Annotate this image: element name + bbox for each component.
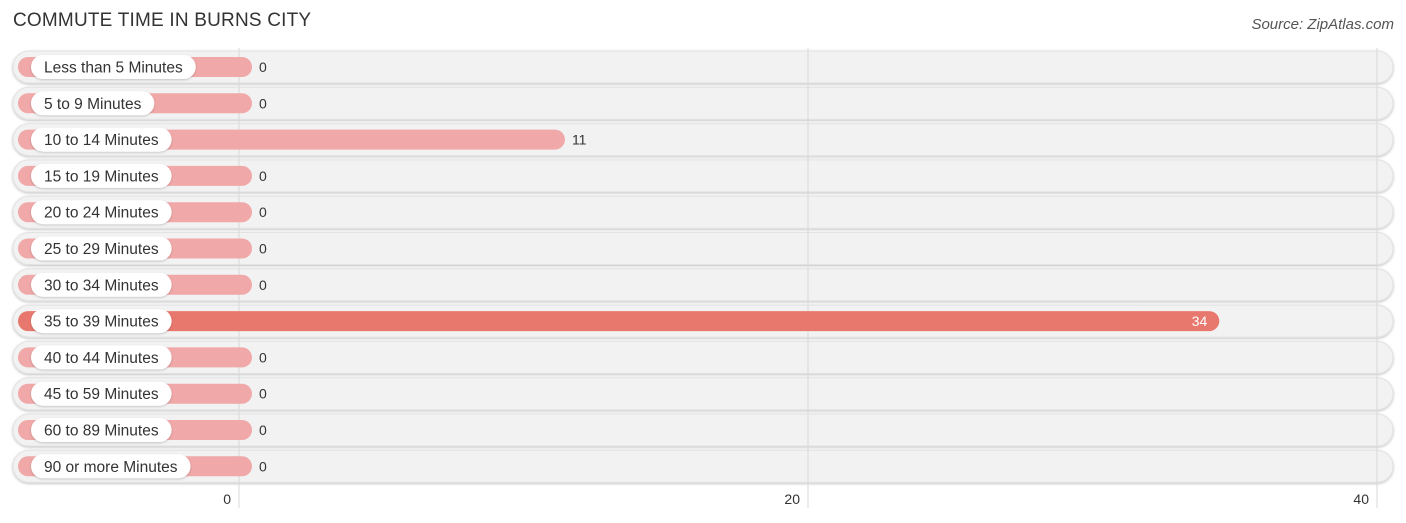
category-label: 15 to 19 Minutes — [44, 168, 159, 185]
value-label: 0 — [259, 168, 267, 184]
value-label: 0 — [259, 204, 267, 220]
category-label: 40 to 44 Minutes — [44, 350, 159, 367]
category-label: 90 or more Minutes — [44, 459, 178, 476]
bar-row: 35 to 39 Minutes 34 — [18, 309, 1220, 334]
bar-row: 25 to 29 Minutes 0 — [18, 236, 267, 261]
bar-row: 5 to 9 Minutes 0 — [18, 91, 267, 116]
value-label: 0 — [259, 386, 267, 402]
value-label: 0 — [259, 458, 267, 474]
bar-row: 45 to 59 Minutes 0 — [18, 381, 267, 406]
category-label: 5 to 9 Minutes — [44, 96, 142, 113]
bar-row: 10 to 14 Minutes 11 — [18, 127, 587, 152]
value-label: 0 — [259, 241, 267, 257]
bar-row: 40 to 44 Minutes 0 — [18, 345, 267, 370]
category-label: 60 to 89 Minutes — [44, 423, 159, 440]
category-label: Less than 5 Minutes — [44, 60, 183, 77]
x-tick-label: 40 — [1353, 491, 1369, 507]
category-label: 10 to 14 Minutes — [44, 132, 159, 149]
category-label: 30 to 34 Minutes — [44, 277, 159, 294]
bar-row: 15 to 19 Minutes 0 — [18, 163, 267, 188]
bar — [18, 311, 1220, 332]
category-label: 25 to 29 Minutes — [44, 241, 159, 258]
x-tick-label: 0 — [223, 491, 231, 507]
bar-chart: Less than 5 Minutes 0 5 to 9 Minutes 0 10 to… — [12, 48, 1394, 508]
bar-row: 60 to 89 Minutes 0 — [18, 418, 267, 442]
value-label: 0 — [259, 95, 267, 111]
category-label: 45 to 59 Minutes — [44, 386, 159, 403]
bar-row: 20 to 24 Minutes 0 — [18, 200, 267, 225]
bar-row: 90 or more Minutes 0 — [18, 454, 267, 479]
value-label: 11 — [572, 132, 587, 148]
category-label: 20 to 24 Minutes — [44, 205, 159, 222]
x-tick-label: 20 — [784, 491, 800, 507]
value-label: 0 — [259, 59, 267, 75]
bar-row: Less than 5 Minutes 0 — [18, 55, 267, 79]
category-label: 35 to 39 Minutes — [44, 314, 159, 331]
value-label: 34 — [1192, 313, 1208, 329]
bar-row: 30 to 34 Minutes 0 — [18, 272, 267, 297]
value-label: 0 — [259, 277, 267, 293]
value-label: 0 — [259, 422, 267, 438]
value-label: 0 — [259, 349, 267, 365]
